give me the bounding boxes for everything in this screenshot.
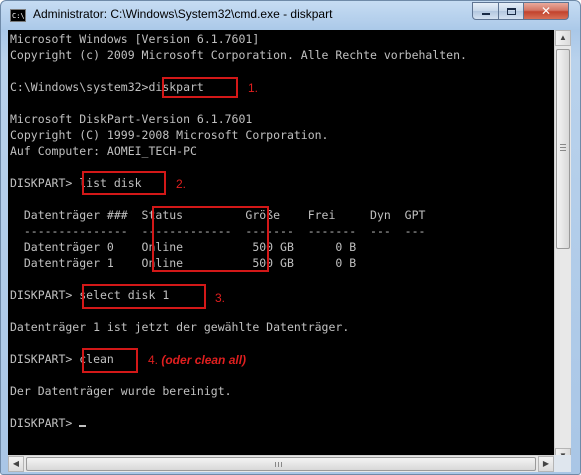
console-line: Copyright (c) 2009 Microsoft Corporation… [10, 48, 467, 62]
console-line: Datenträger 1 ist jetzt der gewählte Dat… [10, 320, 350, 334]
scroll-grip-icon [560, 150, 566, 151]
scroll-grip-icon [275, 462, 276, 467]
step-4-label: 4. (oder clean all) [148, 353, 246, 367]
minimize-icon [481, 13, 490, 15]
cmd-app-icon[interactable]: C:\ [10, 9, 26, 22]
scroll-up-button[interactable]: ▲ [555, 30, 571, 46]
scroll-left-button[interactable]: ◀ [8, 456, 24, 472]
scroll-right-button[interactable]: ▶ [538, 456, 554, 472]
maximize-icon [506, 7, 516, 15]
step-4-note: (oder clean all) [161, 353, 247, 367]
highlight-box-status-column [152, 206, 269, 272]
scrollbar-corner [554, 455, 571, 472]
minimize-button[interactable] [472, 2, 499, 20]
console-output[interactable]: Microsoft Windows [Version 6.1.7601] Cop… [8, 30, 554, 464]
highlight-box-diskpart [162, 77, 238, 98]
console-line: Copyright (C) 1999-2008 Microsoft Corpor… [10, 128, 329, 142]
scroll-grip-icon [560, 144, 566, 145]
scroll-grip-icon [560, 147, 566, 148]
highlight-box-clean [82, 348, 138, 373]
close-button[interactable]: ✕ [523, 2, 569, 20]
highlight-box-list-disk [82, 171, 166, 195]
step-2-label: 2. [176, 177, 187, 191]
text-cursor [79, 425, 87, 427]
horizontal-scrollbar[interactable]: ◀ ▶ [8, 455, 554, 472]
highlight-box-select-disk [82, 284, 206, 309]
step-3-label: 3. [215, 291, 226, 305]
console-line: Der Datenträger wurde bereinigt. [10, 384, 232, 398]
console-prompt-line[interactable]: DISKPART> [10, 416, 87, 430]
step-1-label: 1. [248, 81, 259, 95]
console-prompt: DISKPART> [10, 416, 80, 430]
console-line: Microsoft DiskPart-Version 6.1.7601 [10, 112, 253, 126]
scroll-grip-icon [278, 462, 279, 467]
console-line: Microsoft Windows [Version 6.1.7601] [10, 32, 260, 46]
horizontal-scroll-thumb[interactable] [26, 457, 536, 471]
vertical-scrollbar[interactable]: ▲ ▼ [554, 30, 571, 464]
scroll-grip-icon [281, 462, 282, 467]
step-4-number: 4. [148, 353, 159, 367]
maximize-button[interactable] [498, 2, 524, 20]
close-icon: ✕ [540, 4, 552, 18]
console-line: Auf Computer: AOMEI_TECH-PC [10, 144, 197, 158]
window-title: Administrator: C:\Windows\System32\cmd.e… [33, 7, 333, 21]
vertical-scroll-thumb[interactable] [556, 49, 570, 249]
